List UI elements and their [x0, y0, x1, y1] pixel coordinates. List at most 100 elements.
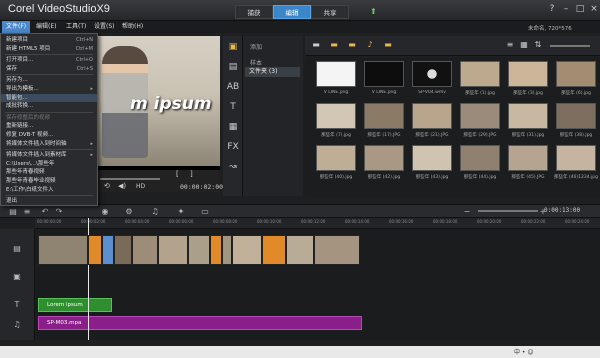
system-tray[interactable]: 中 • ☺ — [514, 347, 534, 356]
video-clip[interactable] — [38, 235, 88, 265]
video-clip[interactable] — [210, 235, 222, 265]
file-menu-item[interactable]: E:\工作\白纸文件入 — [1, 186, 97, 195]
zoom-slider[interactable] — [478, 210, 538, 212]
menu-edit[interactable]: 编辑(E) — [32, 21, 60, 33]
file-menu-item[interactable]: 将媒体文件插入到素材库 ▸ — [1, 151, 97, 160]
volume-icon[interactable]: ◀) — [118, 182, 126, 190]
menu-settings[interactable]: 设置(S) — [90, 21, 119, 33]
mark-out-icon[interactable]: ] — [190, 170, 193, 178]
video-clip[interactable] — [314, 235, 360, 265]
media-thumbnail[interactable] — [364, 103, 404, 129]
video-clip[interactable] — [88, 235, 102, 265]
file-menu-item[interactable]: 导出为模板... ▸ — [1, 85, 97, 94]
video-clip[interactable] — [102, 235, 114, 265]
file-menu-item[interactable]: 退出 — [1, 197, 97, 206]
media-thumbnail[interactable] — [556, 145, 596, 171]
file-menu-item[interactable]: 新建 HTML5 项目 Ctrl+M — [1, 45, 97, 54]
maximize-icon[interactable]: □ — [574, 4, 586, 15]
overlay-track-icon[interactable]: ▣ — [10, 271, 24, 283]
file-menu-item[interactable]: C:\Users\...\那些年 — [1, 160, 97, 169]
menu-tools[interactable]: 工具(T) — [62, 21, 90, 33]
mixer-icon[interactable]: ⚙ — [124, 207, 134, 217]
media-thumbnail[interactable] — [412, 145, 452, 171]
menu-file[interactable]: 文件(F) — [2, 21, 31, 33]
media-thumbnail[interactable] — [460, 145, 500, 171]
video-clip[interactable] — [222, 235, 232, 265]
menu-help[interactable]: 帮助(H) — [118, 21, 147, 33]
file-menu-item[interactable]: 新建项目 Ctrl+N — [1, 36, 97, 45]
file-menu-item[interactable]: 保存修整后的视频 — [1, 114, 97, 123]
step-share[interactable]: 共享 — [311, 5, 349, 19]
media-thumbnail[interactable] — [508, 61, 548, 87]
preview-timecode[interactable]: 00:00:02:00 — [180, 183, 223, 191]
redo-icon[interactable]: ↷ — [54, 207, 64, 217]
media-thumbnail[interactable] — [556, 61, 596, 87]
file-menu-item[interactable]: 修复 DVB-T 视频... — [1, 131, 97, 140]
add-folder-button[interactable]: 添加 — [250, 42, 262, 51]
file-menu-item[interactable]: 智能包... — [1, 93, 97, 103]
subtitle-editor-icon[interactable]: ▭ — [200, 207, 210, 217]
show-all-icon[interactable]: ▬ — [383, 40, 393, 50]
file-menu-item[interactable]: 重新链接... — [1, 122, 97, 131]
graphic-icon[interactable]: ▦ — [226, 120, 240, 134]
media-thumbnail[interactable] — [460, 61, 500, 87]
hd-toggle[interactable]: HD — [136, 183, 145, 190]
storyboard-view-icon[interactable]: ▤ — [8, 207, 18, 217]
show-audio-icon[interactable]: ♪ — [365, 40, 375, 50]
step-capture[interactable]: 捕获 — [235, 5, 273, 19]
library-folder-item[interactable]: 文件夹 (3) — [245, 67, 300, 77]
media-thumbnail[interactable] — [508, 145, 548, 171]
zoom-out-icon[interactable]: − — [462, 207, 472, 217]
close-icon[interactable]: × — [588, 4, 600, 15]
music-track-icon[interactable]: ♫ — [10, 319, 24, 331]
video-track-icon[interactable]: ▤ — [10, 243, 24, 255]
repeat-icon[interactable]: ⟲ — [104, 182, 110, 190]
video-clip[interactable] — [232, 235, 262, 265]
media-icon[interactable]: ▣ — [226, 40, 240, 54]
upload-icon[interactable]: ⬆ — [370, 7, 377, 16]
step-edit[interactable]: 编辑 — [273, 5, 311, 19]
file-menu-item[interactable]: 那些年青春视频 — [1, 168, 97, 177]
preview-scrubber[interactable] — [100, 178, 160, 180]
media-thumbnail[interactable] — [556, 103, 596, 129]
video-clip[interactable] — [132, 235, 158, 265]
instant-project-icon[interactable]: ▤ — [226, 60, 240, 74]
media-thumbnail[interactable] — [364, 61, 404, 87]
transition-icon[interactable]: AB — [226, 80, 240, 94]
path-icon[interactable]: ↝ — [226, 160, 240, 174]
thumb-size-slider[interactable] — [550, 45, 590, 47]
media-thumbnail[interactable] — [412, 61, 452, 87]
motion-tracking-icon[interactable]: ✦ — [176, 207, 186, 217]
media-thumbnail[interactable] — [316, 145, 356, 171]
media-thumbnail[interactable] — [316, 61, 356, 87]
media-thumbnail[interactable] — [460, 103, 500, 129]
timeline-ruler[interactable]: 00:00:00:00 00:00:02:00 00:00:04:00 00:00:0… — [35, 218, 600, 229]
file-menu-item[interactable]: 将媒体文件插入到时间轴 ▸ — [1, 140, 97, 149]
sort-icon[interactable]: ⇅ — [533, 40, 543, 50]
file-menu-item[interactable]: 成批转换... — [1, 102, 97, 111]
filter-icon[interactable]: FX — [226, 140, 240, 154]
file-menu-item[interactable]: 那些年青春毕业视频 — [1, 177, 97, 186]
video-clip[interactable] — [114, 235, 132, 265]
media-thumbnail[interactable] — [412, 103, 452, 129]
video-clip[interactable] — [262, 235, 286, 265]
video-clip[interactable] — [158, 235, 188, 265]
show-video-icon[interactable]: ▬ — [329, 40, 339, 50]
help-icon[interactable]: ? — [546, 4, 558, 15]
minimize-icon[interactable]: – — [560, 4, 572, 15]
media-thumbnail[interactable] — [508, 103, 548, 129]
timeline-view-icon[interactable]: ≡ — [22, 207, 32, 217]
auto-music-icon[interactable]: ♫ — [150, 207, 160, 217]
folder-icon[interactable]: ▬ — [311, 40, 321, 50]
file-menu-item[interactable]: 保存 Ctrl+S — [1, 65, 97, 74]
video-clip[interactable] — [188, 235, 210, 265]
record-icon[interactable]: ◉ — [100, 207, 110, 217]
file-menu-item[interactable]: 另存为... — [1, 76, 97, 85]
thumb-view-icon[interactable]: ▦ — [519, 40, 529, 50]
video-clip[interactable] — [286, 235, 314, 265]
title-track-icon[interactable]: T — [10, 299, 24, 311]
mark-in-icon[interactable]: [ — [176, 170, 179, 178]
list-view-icon[interactable]: ≡ — [505, 40, 515, 50]
title-clip[interactable]: Lorem ipsum — [38, 298, 112, 312]
media-thumbnail[interactable] — [316, 103, 356, 129]
